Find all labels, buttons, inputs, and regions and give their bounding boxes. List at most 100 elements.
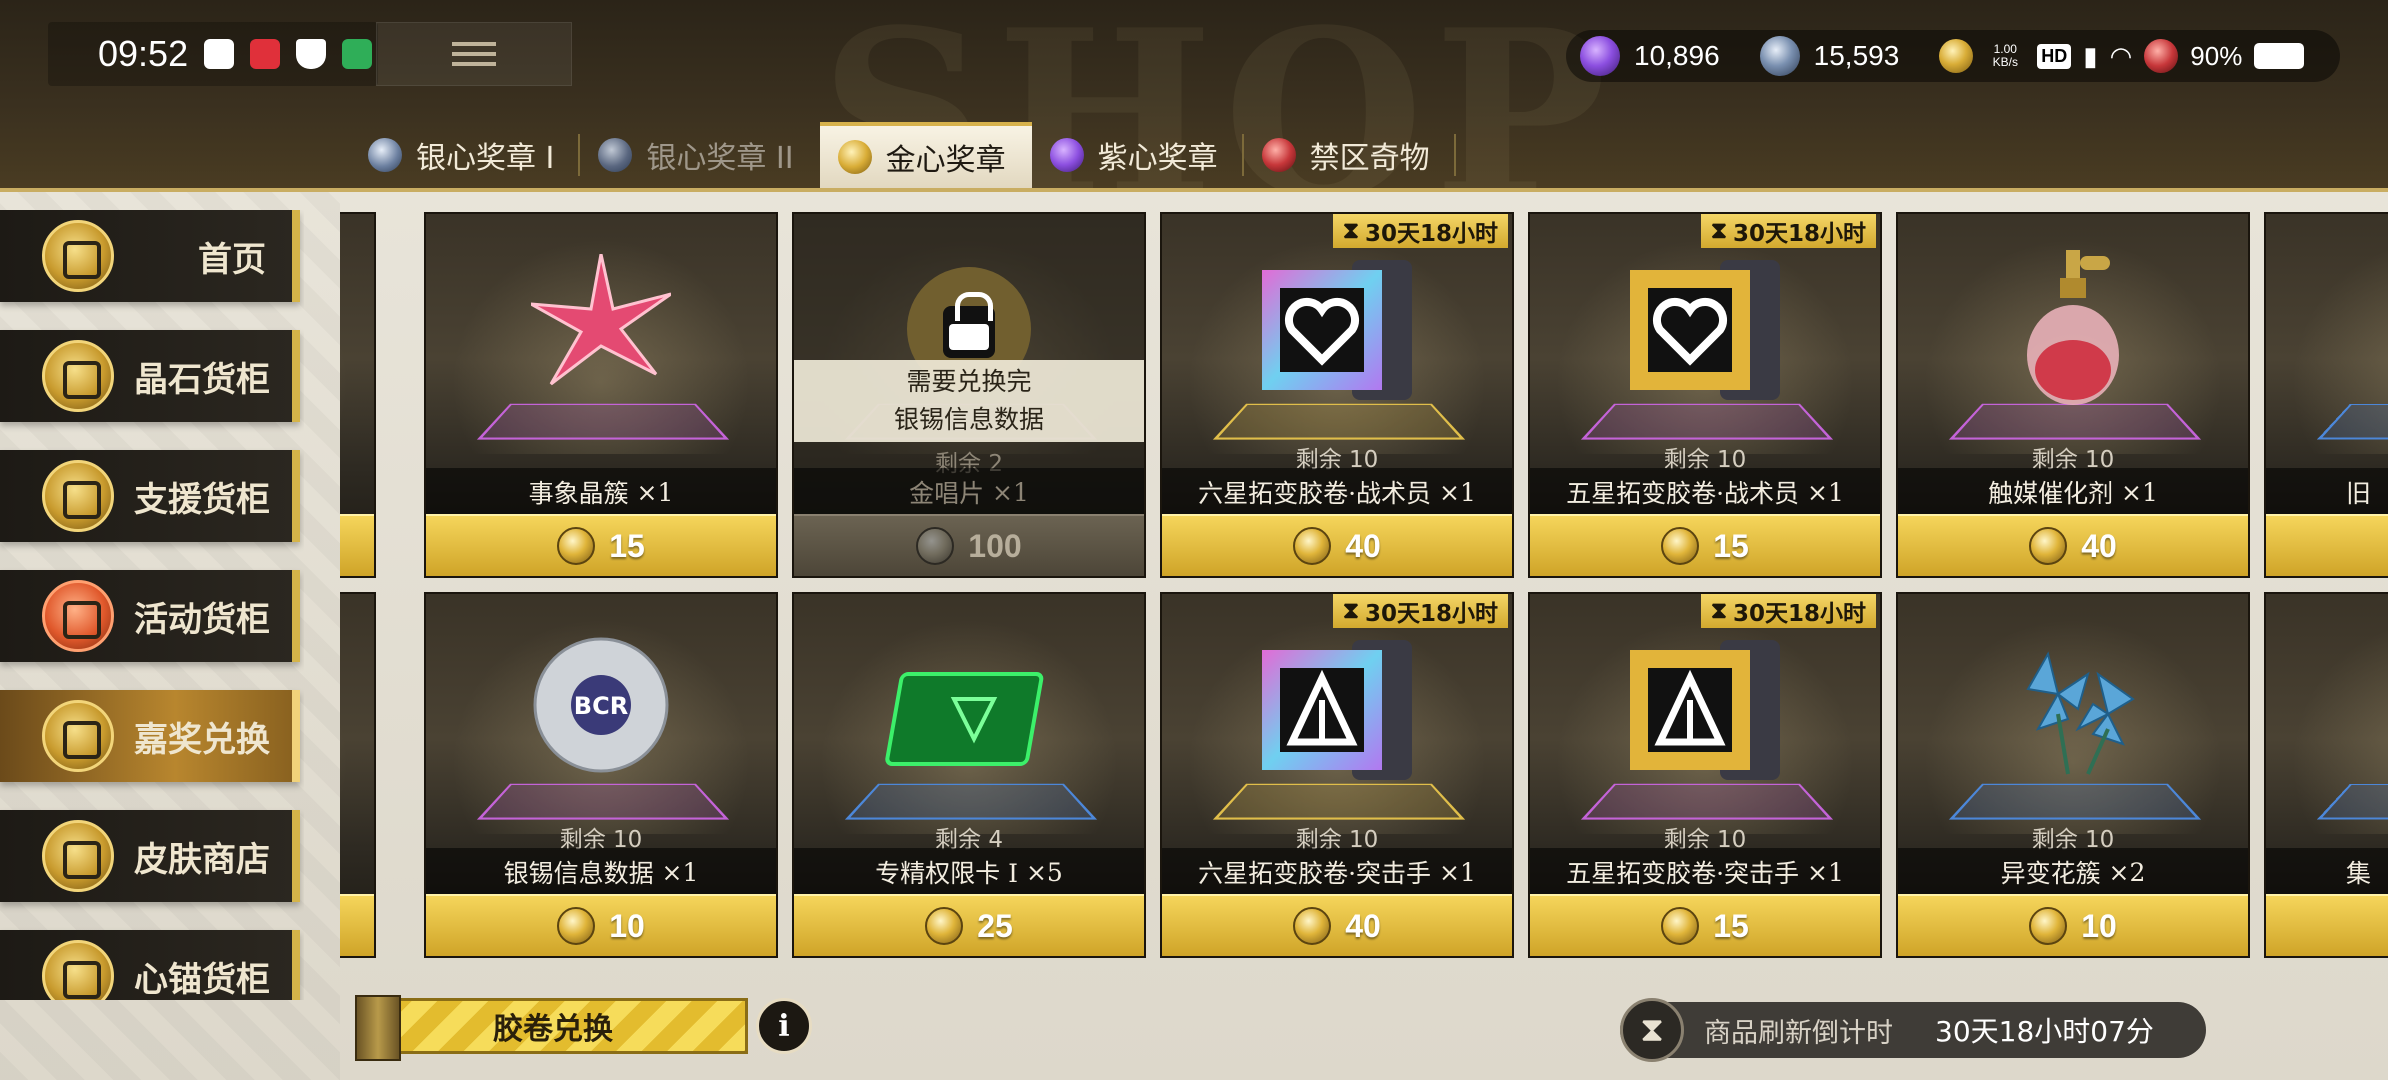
item-card[interactable]: ⧗ 30天18小时 剩余 10 六星拓变胶卷·突击手 ×1 40 xyxy=(1160,592,1514,958)
sidebar-item-label: 晶石货柜 xyxy=(134,359,270,400)
price-bar: 100 xyxy=(794,514,1144,576)
lock-icon xyxy=(943,292,995,358)
sidebar-item-skin-shop[interactable]: 皮肤商店 xyxy=(0,810,300,902)
gold-coin-icon xyxy=(1661,527,1700,565)
app-badge-icon xyxy=(250,39,281,69)
item-price: 15 xyxy=(1713,527,1749,564)
price-bar: 25 xyxy=(794,894,1144,956)
item-card[interactable]: 剩余 10 异变花簇 ×2 10 xyxy=(1896,592,2250,958)
item-card-partial[interactable] xyxy=(340,212,376,578)
tab-forbidden-items[interactable]: 禁区奇物 xyxy=(1244,122,1456,188)
sidebar-item-crystal-shop[interactable]: 晶石货柜 xyxy=(0,330,300,422)
gold-coin-icon xyxy=(2029,527,2068,565)
film-roll-assault-icon xyxy=(1630,640,1780,780)
tab-label: 金心奖章 xyxy=(885,143,1006,178)
price-bar: 15 xyxy=(1530,514,1880,576)
item-card[interactable]: 事象晶簇 ×1 15 xyxy=(424,212,778,578)
item-card[interactable]: 剩余 10 触媒催化剂 ×1 40 xyxy=(1896,212,2250,578)
item-name: 五星拓变胶卷·突击手 ×1 xyxy=(1530,848,1880,896)
timer-badge: ⧗ 30天18小时 xyxy=(1700,214,1876,248)
menu-icon xyxy=(452,42,496,66)
price-bar xyxy=(340,514,374,576)
gold-gem-icon xyxy=(1939,39,1974,73)
signal-icon: ▮ xyxy=(2083,40,2098,71)
blue-lily-icon xyxy=(2026,651,2135,775)
currency-bar: 10,896 15,593 1.00 KB/s HD ▮ ◠ 90% xyxy=(1566,30,2340,82)
award-icon xyxy=(42,700,114,772)
item-price: 100 xyxy=(968,527,1022,564)
item-price: 15 xyxy=(609,527,645,564)
battery-icon xyxy=(2254,43,2305,69)
item-pedestal xyxy=(2316,403,2388,440)
item-pedestal xyxy=(2316,783,2388,820)
red-medal-icon xyxy=(1261,138,1296,172)
price-bar xyxy=(2266,514,2388,576)
item-name: 专精权限卡 I ×5 xyxy=(794,848,1144,896)
film-roll-heart-icon xyxy=(1630,260,1780,400)
currency-silver-value: 15,593 xyxy=(1813,40,1900,71)
item-card[interactable]: ⧗ 30天18小时 剩余 10 五星拓变胶卷·突击手 ×1 15 xyxy=(1528,592,1882,958)
system-status-icons: 1.00 KB/s HD ▮ ◠ 90% xyxy=(1939,39,2305,73)
sidebar-item-label: 心锚货柜 xyxy=(134,959,270,1000)
tab-silver-medal-1[interactable]: 银心奖章 I xyxy=(350,122,581,188)
tab-silver-medal-2[interactable]: 银心奖章 II xyxy=(580,122,819,188)
sidebar-item-label: 活动货柜 xyxy=(134,599,270,640)
gold-coin-icon xyxy=(1661,907,1700,945)
crystal-star-icon xyxy=(531,254,671,386)
info-icon: i xyxy=(778,1008,790,1044)
event-crate-icon xyxy=(42,580,114,652)
info-button[interactable]: i xyxy=(756,998,812,1054)
item-card-locked[interactable]: 剩余 2 金唱片 ×1 100 需要兑换完 银锡信息数据 xyxy=(792,212,1146,578)
mobile-app-icon xyxy=(342,39,373,69)
hourglass-icon: ⧗ xyxy=(1342,218,1359,244)
status-time: 09:52 xyxy=(98,33,189,74)
item-card[interactable]: BCR 剩余 10 银锡信息数据 ×1 10 xyxy=(424,592,778,958)
tab-label: 银心奖章 II xyxy=(646,141,794,176)
tab-gold-medal[interactable]: 金心奖章 xyxy=(819,122,1032,188)
film-exchange-label: 胶卷兑换 xyxy=(493,1012,613,1047)
hourglass-icon: ⧗ xyxy=(1710,598,1727,624)
hourglass-icon: ⧗ xyxy=(1342,598,1359,624)
currency-silver[interactable]: 15,593 xyxy=(1759,36,1900,76)
gold-medal-icon xyxy=(837,140,872,174)
status-bar: 09:52 xyxy=(48,22,378,86)
item-pedestal xyxy=(476,783,730,820)
sidebar-item-award-exchange[interactable]: 嘉奖兑换 xyxy=(0,690,300,782)
currency-purple[interactable]: 10,896 xyxy=(1580,36,1720,76)
item-name: 异变花簇 ×2 xyxy=(1898,848,2248,896)
item-pedestal xyxy=(1948,783,2202,820)
hd-icon: HD xyxy=(2037,43,2072,69)
item-price: 40 xyxy=(1345,527,1381,564)
sidebar-item-label: 嘉奖兑换 xyxy=(134,719,270,760)
item-card-partial[interactable]: 集 xyxy=(2264,592,2388,958)
item-name: 集 xyxy=(2266,848,2388,896)
item-pedestal xyxy=(476,403,730,440)
price-bar: 40 xyxy=(1898,514,2248,576)
item-card[interactable]: ⧗ 30天18小时 剩余 10 五星拓变胶卷·战术员 ×1 15 xyxy=(1528,212,1882,578)
item-card-partial[interactable]: 旧 xyxy=(2264,212,2388,578)
sidebar-item-home[interactable]: 首页 xyxy=(0,210,300,302)
sidebar-item-support-shop[interactable]: 支援货柜 xyxy=(0,450,300,542)
tab-purple-medal[interactable]: 紫心奖章 xyxy=(1032,122,1244,188)
sidebar-item-event-shop[interactable]: 活动货柜 xyxy=(0,570,300,662)
gold-coin-icon xyxy=(916,527,955,565)
hourglass-icon: ⧗ xyxy=(1620,998,1684,1062)
crystal-icon xyxy=(42,340,114,412)
hourglass-icon: ⧗ xyxy=(1710,218,1727,244)
film-roll-heart-icon xyxy=(1262,260,1412,400)
film-exchange-button[interactable]: 胶卷兑换 xyxy=(355,995,748,1061)
item-card[interactable]: ⧗ 30天18小时 剩余 10 六星拓变胶卷·战术员 ×1 40 xyxy=(1160,212,1514,578)
item-card[interactable]: 剩余 4 专精权限卡 I ×5 25 xyxy=(792,592,1146,958)
tab-label: 紫心奖章 xyxy=(1097,141,1218,176)
outfit-icon xyxy=(42,820,114,892)
price-bar: 40 xyxy=(1162,514,1512,576)
item-price: 40 xyxy=(1345,907,1381,944)
item-name: 六星拓变胶卷·战术员 ×1 xyxy=(1162,468,1512,516)
sidebar-item-anchor-shop[interactable]: 心锚货柜 xyxy=(0,930,300,1000)
medal-tabs: 银心奖章 I 银心奖章 II 金心奖章 紫心奖章 禁区奇物 xyxy=(350,122,1456,188)
tab-divider xyxy=(1453,134,1456,176)
refresh-countdown: ⧗ 商品刷新倒计时 30天18小时07分 xyxy=(1620,998,2206,1062)
item-card-partial[interactable] xyxy=(340,592,376,958)
silver-gem-icon xyxy=(1759,36,1800,76)
menu-button[interactable] xyxy=(376,22,572,86)
